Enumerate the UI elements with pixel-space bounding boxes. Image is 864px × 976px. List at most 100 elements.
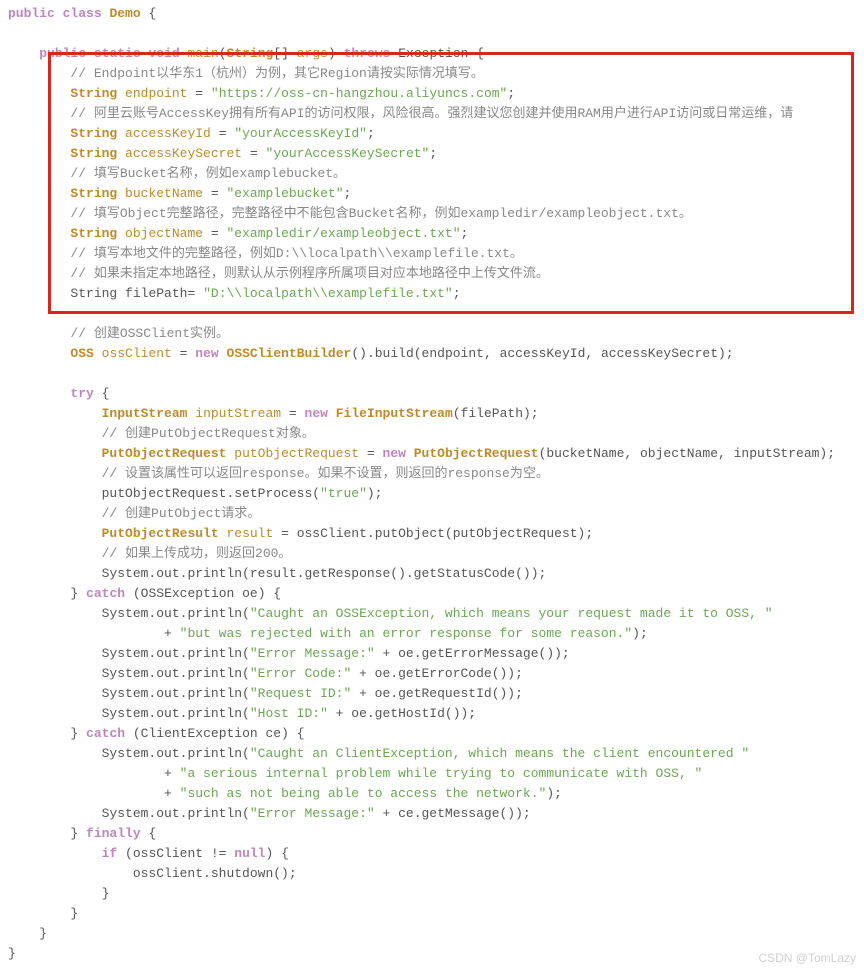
comment: // Endpoint以华东1（杭州）为例，其它Region请按实际情况填写。	[70, 66, 483, 81]
p: + ce.getMessage());	[375, 806, 531, 821]
p: (filePath);	[453, 406, 539, 421]
str: "Host ID:"	[250, 706, 328, 721]
kw: new	[305, 406, 328, 421]
type: PutObjectResult	[102, 526, 219, 541]
var: accessKeyId	[125, 126, 211, 141]
type: InputStream	[102, 406, 188, 421]
p: (ossClient !=	[125, 846, 226, 861]
op: =	[250, 146, 258, 161]
str: "examplebucket"	[227, 186, 344, 201]
brace: {	[476, 46, 484, 61]
type: FileInputStream	[336, 406, 453, 421]
brace: }	[102, 886, 110, 901]
type: String	[70, 226, 117, 241]
var: result	[226, 526, 273, 541]
p: ().build(endpoint, accessKeyId, accessKe…	[351, 346, 733, 361]
type: String	[70, 186, 117, 201]
comment: // 填写Bucket名称，例如examplebucket。	[70, 166, 346, 181]
comment: // 设置该属性可以返回response。如果不设置，则返回的response为…	[102, 466, 549, 481]
str: "Error Message:"	[250, 806, 375, 821]
brace: }	[39, 926, 47, 941]
kw-if: if	[102, 846, 118, 861]
brace: {	[102, 386, 110, 401]
p: ;	[429, 146, 437, 161]
p: );	[367, 486, 383, 501]
brace: }	[70, 826, 78, 841]
p: System.out.println(	[102, 606, 250, 621]
p: ;	[461, 226, 469, 241]
var: putObjectRequest	[234, 446, 359, 461]
type: String	[227, 46, 274, 61]
var: inputStream	[195, 406, 281, 421]
op: +	[164, 766, 172, 781]
p: (ClientException ce) {	[133, 726, 305, 741]
p: ;	[367, 126, 375, 141]
class-name: Demo	[109, 6, 140, 21]
p: + oe.getHostId());	[328, 706, 476, 721]
op: =	[289, 406, 297, 421]
fn-main: main	[188, 46, 219, 61]
type: OSS	[70, 346, 93, 361]
kw-try: try	[70, 386, 93, 401]
p: (bucketName, objectName, inputStream);	[539, 446, 835, 461]
type: String	[70, 286, 117, 301]
p: (	[219, 46, 227, 61]
op: =	[195, 86, 203, 101]
op: +	[164, 626, 172, 641]
str: "but was rejected with an error response…	[180, 626, 632, 641]
str: "a serious internal problem while trying…	[180, 766, 703, 781]
str: "D:\\localpath\\examplefile.txt"	[203, 286, 453, 301]
kw-class: class	[63, 6, 102, 21]
watermark: CSDN @TomLazy	[758, 948, 856, 968]
op: =	[211, 226, 219, 241]
brace: {	[148, 826, 156, 841]
str: "such as not being able to access the ne…	[180, 786, 547, 801]
brace: }	[70, 586, 78, 601]
comment: // 阿里云账号AccessKey拥有所有API的访问权限，风险很高。强烈建议您…	[70, 106, 793, 121]
p: = ossClient.putObject(putObjectRequest);	[281, 526, 593, 541]
brace: }	[8, 946, 16, 961]
p: System.out.println(	[102, 746, 250, 761]
kw-catch: catch	[86, 726, 125, 741]
brace: }	[70, 726, 78, 741]
kw: new	[195, 346, 218, 361]
comment: // 如果上传成功，则返回200。	[102, 546, 292, 561]
op: =	[211, 186, 219, 201]
comment: // 如果未指定本地路径，则默认从示例程序所属项目对应本地路径中上传文件流。	[70, 266, 548, 281]
kw: public	[39, 46, 86, 61]
comment: // 创建OSSClient实例。	[70, 326, 229, 341]
brace: }	[70, 906, 78, 921]
type: String	[70, 126, 117, 141]
str: "https://oss-cn-hangzhou.aliyuncs.com"	[211, 86, 507, 101]
kw: new	[383, 446, 406, 461]
p: );	[546, 786, 562, 801]
type: String	[70, 86, 117, 101]
code-block: public class Demo { public static void m…	[0, 0, 864, 976]
op: =	[367, 446, 375, 461]
op: =	[187, 286, 195, 301]
p: ) {	[266, 846, 289, 861]
str: "Caught an ClientException, which means …	[250, 746, 749, 761]
str: "Caught an OSSException, which means you…	[250, 606, 773, 621]
p: + oe.getErrorMessage());	[375, 646, 570, 661]
p: (OSSException oe) {	[133, 586, 281, 601]
op: +	[164, 786, 172, 801]
kw-finally: finally	[86, 826, 141, 841]
type: OSSClientBuilder	[227, 346, 352, 361]
kw: static	[94, 46, 141, 61]
kw-null: null	[234, 846, 265, 861]
brace: {	[148, 6, 156, 21]
str: "yourAccessKeyId"	[234, 126, 367, 141]
p: );	[632, 626, 648, 641]
type: PutObjectRequest	[102, 446, 227, 461]
kw: void	[148, 46, 179, 61]
p: []	[273, 46, 289, 61]
kw: throws	[344, 46, 391, 61]
op: =	[219, 126, 227, 141]
var: bucketName	[125, 186, 203, 201]
var: endpoint	[125, 86, 187, 101]
comment: // 创建PutObjectRequest对象。	[102, 426, 315, 441]
str: "Error Message:"	[250, 646, 375, 661]
p: ;	[344, 186, 352, 201]
str: "Request ID:"	[250, 686, 351, 701]
